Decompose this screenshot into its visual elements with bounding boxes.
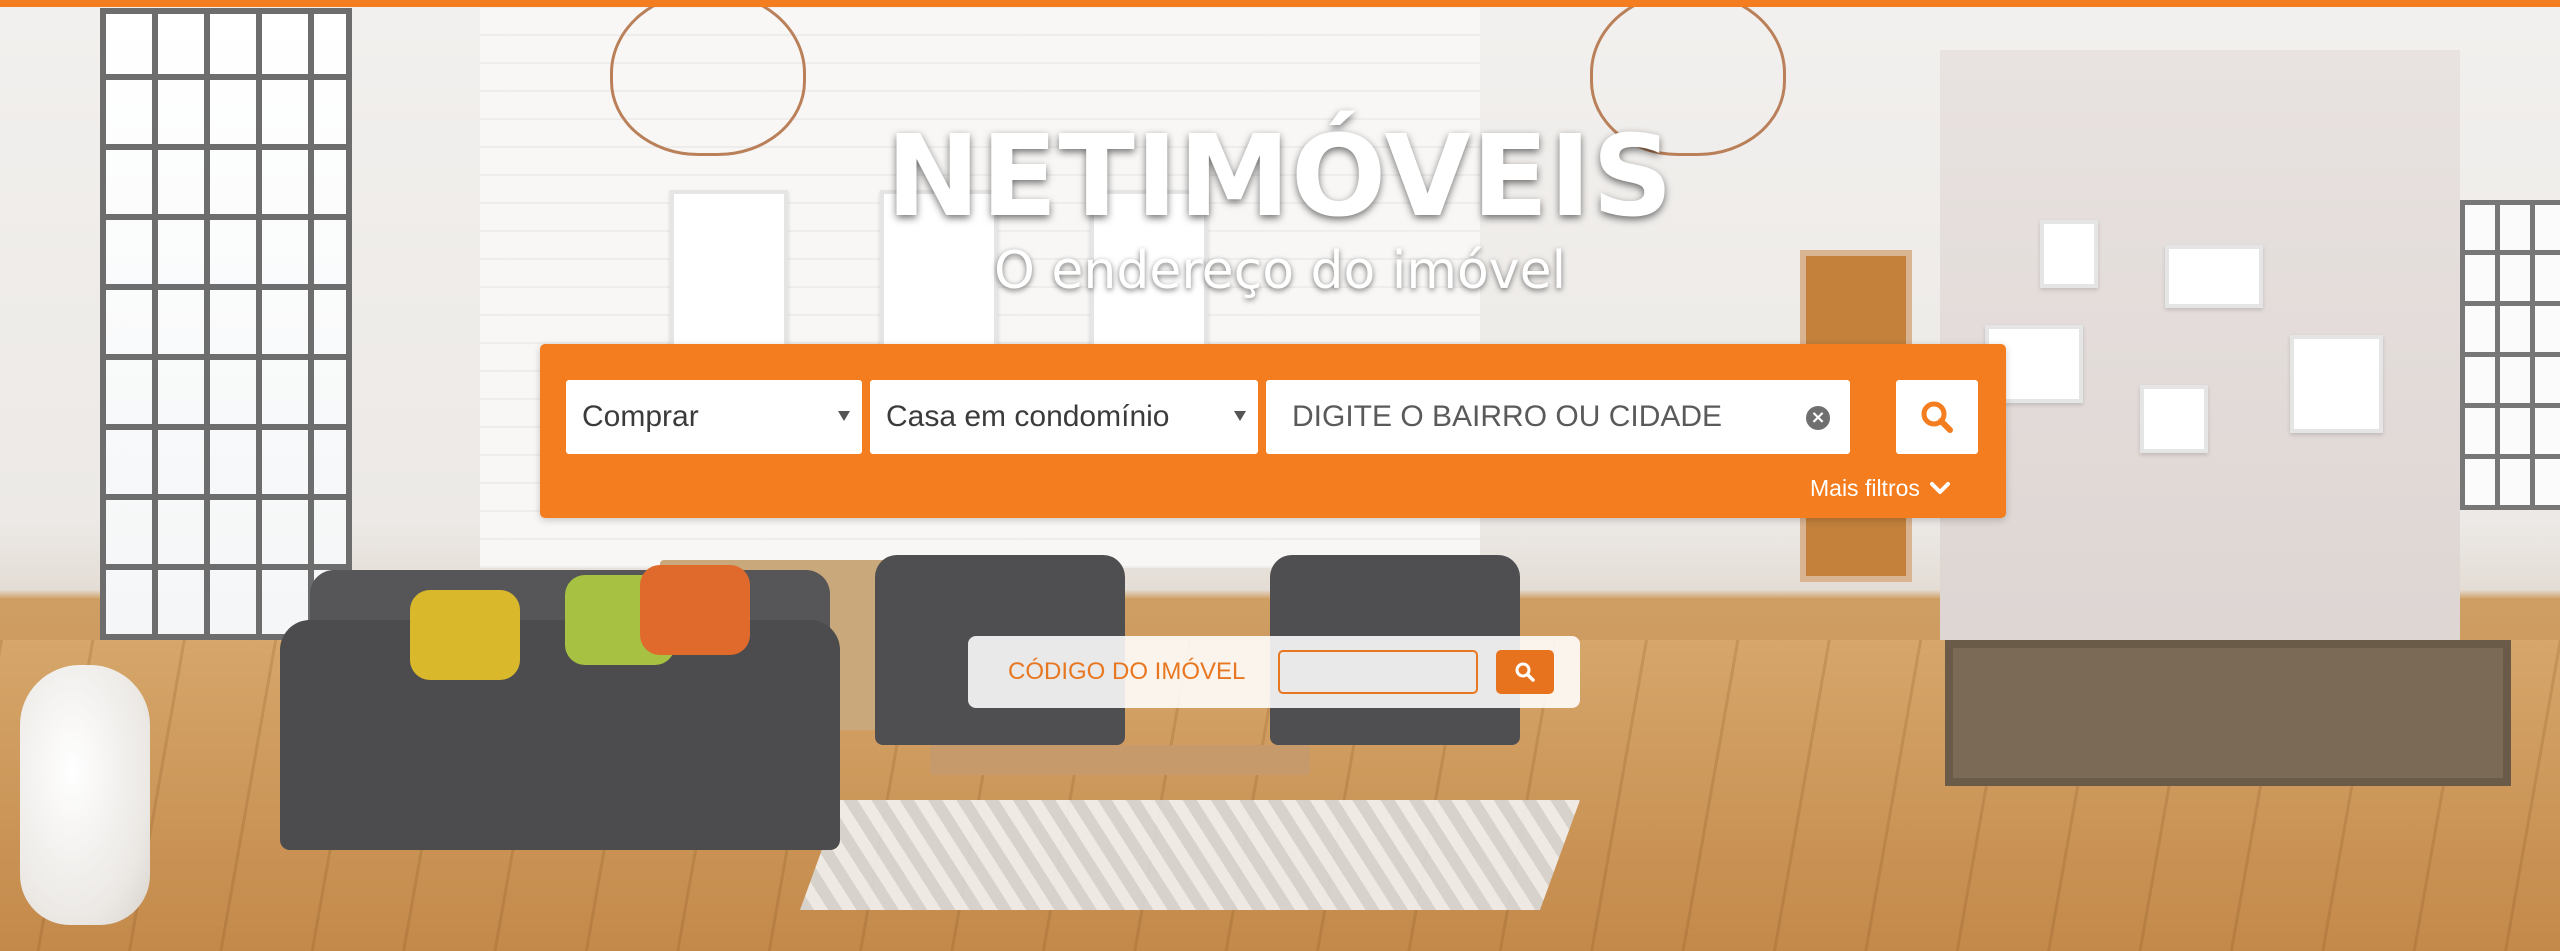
property-type-select[interactable]: Casa em condomínio: [870, 380, 1258, 454]
search-icon: [1921, 401, 1953, 433]
property-code-input[interactable]: [1278, 650, 1478, 694]
location-search-input[interactable]: [1266, 380, 1850, 454]
chevron-down-icon: [1929, 482, 1950, 494]
property-code-box: CÓDIGO DO IMÓVEL: [968, 636, 1580, 708]
wall-art-frame: [2140, 385, 2208, 453]
caret-down-icon: [1234, 411, 1246, 421]
search-icon: [1515, 662, 1535, 682]
property-code-search-button[interactable]: [1496, 650, 1554, 694]
tv-stand: [1945, 640, 2511, 786]
more-filters-toggle[interactable]: Mais filtros: [1810, 472, 1950, 504]
clear-input-icon[interactable]: ×: [1806, 406, 1830, 430]
caret-down-icon: [838, 411, 850, 421]
search-panel: Comprar Casa em condomínio × Mais filtro…: [540, 344, 2006, 518]
property-type-select-value: Casa em condomínio: [886, 400, 1170, 433]
coffee-table: [930, 745, 1310, 775]
background-sofa: [280, 620, 840, 850]
transaction-select[interactable]: Comprar: [566, 380, 862, 454]
background-rug: [799, 800, 1581, 910]
floor-vase: [20, 665, 150, 925]
pillow-orange: [640, 565, 750, 655]
top-accent-bar: [0, 0, 2560, 7]
transaction-select-value: Comprar: [582, 400, 699, 433]
brand-subtitle: O endereço do imóvel: [993, 241, 1567, 301]
brand-title: NETIMÓVEIS: [886, 112, 1674, 242]
property-code-label: CÓDIGO DO IMÓVEL: [1008, 658, 1246, 685]
wall-art-frame: [2290, 335, 2383, 433]
pillow-yellow: [410, 590, 520, 680]
background-window-left: [100, 8, 352, 640]
search-button[interactable]: [1896, 380, 1978, 454]
more-filters-label: Mais filtros: [1810, 474, 1920, 501]
